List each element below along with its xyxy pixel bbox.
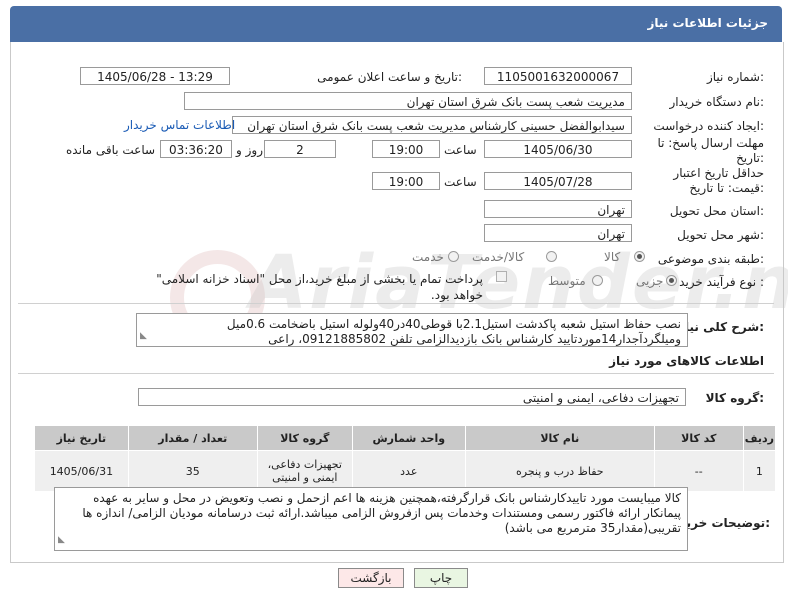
process-option-medium: متوسط bbox=[548, 274, 586, 288]
buyer-notes-textarea[interactable]: کالا میبایست مورد تاییدکارشناس بانک قرار… bbox=[54, 487, 688, 551]
description-textarea[interactable]: نصب حفاظ استیل شعبه پاکدشت استیل2.1با قو… bbox=[136, 313, 688, 347]
process-type-label: نوع فرآیند خرید : bbox=[679, 275, 764, 289]
reply-time-label: ساعت bbox=[444, 143, 477, 157]
goods-group-label: گروه کالا: bbox=[705, 391, 764, 405]
remaining-time-field[interactable]: 03:36:20 bbox=[160, 140, 232, 158]
col-header-goods-group: گروه کالا bbox=[256, 425, 353, 451]
price-date-field[interactable]: 1405/07/28 bbox=[484, 172, 632, 190]
process-option-minor: جزیی bbox=[636, 274, 664, 288]
remaining-time-label: ساعت باقی مانده bbox=[66, 143, 156, 157]
col-header-unit: واحد شمارش bbox=[351, 425, 466, 451]
category-option-goods: کالا bbox=[604, 250, 621, 264]
treasury-payment-note: پرداخت تمام یا بخشی از مبلغ خرید،از محل … bbox=[156, 272, 483, 302]
reply-deadline-label: مهلت ارسال پاسخ: تا تاریخ: bbox=[657, 136, 764, 165]
resize-grip-icon[interactable]: ◣ bbox=[140, 329, 147, 344]
cell-unit: عدد bbox=[351, 450, 466, 492]
announce-date-field[interactable]: 1405/06/28 - 13:29 bbox=[80, 67, 230, 85]
col-header-row-number: ردیف bbox=[742, 425, 777, 451]
process-radio-medium[interactable] bbox=[592, 275, 603, 286]
category-radio-goods[interactable] bbox=[634, 251, 645, 262]
days-label: روز و bbox=[236, 143, 263, 157]
category-radio-service[interactable] bbox=[448, 251, 459, 262]
price-time-field[interactable]: 19:00 bbox=[372, 172, 440, 190]
page-title: جزئیات اطلاعات نیاز bbox=[647, 16, 768, 30]
back-button[interactable]: بازگشت bbox=[338, 568, 404, 588]
table-row[interactable]: 1 -- حفاظ درب و پنجره عدد تجهیزات دفاعی،… bbox=[34, 450, 777, 492]
days-remaining-field[interactable]: 2 bbox=[264, 140, 336, 158]
divider bbox=[18, 373, 774, 374]
goods-section-title: اطلاعات کالاهای مورد نیاز bbox=[609, 354, 764, 368]
cell-row-number: 1 bbox=[742, 450, 777, 492]
goods-table: ردیف کد کالا نام کالا واحد شمارش گروه کا… bbox=[34, 425, 777, 492]
treasury-payment-checkbox[interactable] bbox=[496, 271, 507, 282]
creator-label: ایجاد کننده درخواست: bbox=[653, 119, 764, 133]
description-text: نصب حفاظ استیل شعبه پاکدشت استیل2.1با قو… bbox=[226, 317, 681, 346]
cell-goods-name: حفاظ درب و پنجره bbox=[464, 450, 655, 492]
buyer-org-field[interactable]: مدیریت شعب پست بانک شرق استان تهران bbox=[184, 92, 632, 110]
category-label: طبقه بندی موضوعی: bbox=[657, 252, 764, 266]
table-header-row: ردیف کد کالا نام کالا واحد شمارش گروه کا… bbox=[34, 425, 777, 451]
price-deadline-label: حداقل تاریخ اعتبار قیمت: تا تاریخ: bbox=[673, 166, 764, 195]
buyer-notes-text: کالا میبایست مورد تاییدکارشناس بانک قرار… bbox=[82, 491, 681, 535]
price-time-label: ساعت bbox=[444, 175, 477, 189]
cell-quantity: 35 bbox=[127, 450, 258, 492]
col-header-goods-name: نام کالا bbox=[464, 425, 655, 451]
category-option-goods-service: کالا/خدمت bbox=[472, 250, 525, 264]
city-label: شهر محل تحویل: bbox=[677, 228, 764, 242]
page-header: جزئیات اطلاعات نیاز bbox=[10, 6, 782, 42]
buyer-org-label: نام دستگاه خریدار: bbox=[669, 95, 765, 109]
creator-field[interactable]: سیدابوالفضل حسینی کارشناس مدیریت شعب پست… bbox=[232, 116, 632, 134]
buyer-contact-link[interactable]: اطلاعات تماس خریدار bbox=[124, 118, 235, 132]
need-number-field[interactable]: 1105001632000067 bbox=[484, 67, 632, 85]
col-header-quantity: تعداد / مقدار bbox=[127, 425, 258, 451]
reply-time-field[interactable]: 19:00 bbox=[372, 140, 440, 158]
col-header-goods-code: کد کالا bbox=[653, 425, 744, 451]
process-radio-minor[interactable] bbox=[666, 275, 677, 286]
category-option-service: خدمت bbox=[412, 250, 444, 264]
category-radio-goods-service[interactable] bbox=[546, 251, 557, 262]
cell-need-date: 1405/06/31 bbox=[34, 450, 129, 492]
goods-group-field[interactable]: تجهیزات دفاعی، ایمنی و امنیتی bbox=[138, 388, 686, 406]
reply-date-field[interactable]: 1405/06/30 bbox=[484, 140, 632, 158]
col-header-need-date: تاریخ نیاز bbox=[34, 425, 129, 451]
need-number-label: شماره نیاز: bbox=[706, 70, 764, 84]
province-field[interactable]: تهران bbox=[484, 200, 632, 218]
announce-date-label: تاریخ و ساعت اعلان عمومی: bbox=[317, 70, 462, 84]
resize-grip-icon[interactable]: ◣ bbox=[58, 533, 65, 548]
province-label: استان محل تحویل: bbox=[669, 204, 764, 218]
cell-goods-group: تجهیزات دفاعی، ایمنی و امنیتی bbox=[256, 450, 353, 492]
print-button[interactable]: چاپ bbox=[414, 568, 468, 588]
description-label: شرح کلی نیاز: bbox=[678, 320, 764, 334]
city-field[interactable]: تهران bbox=[484, 224, 632, 242]
divider bbox=[18, 303, 774, 304]
cell-goods-code: -- bbox=[653, 450, 744, 492]
